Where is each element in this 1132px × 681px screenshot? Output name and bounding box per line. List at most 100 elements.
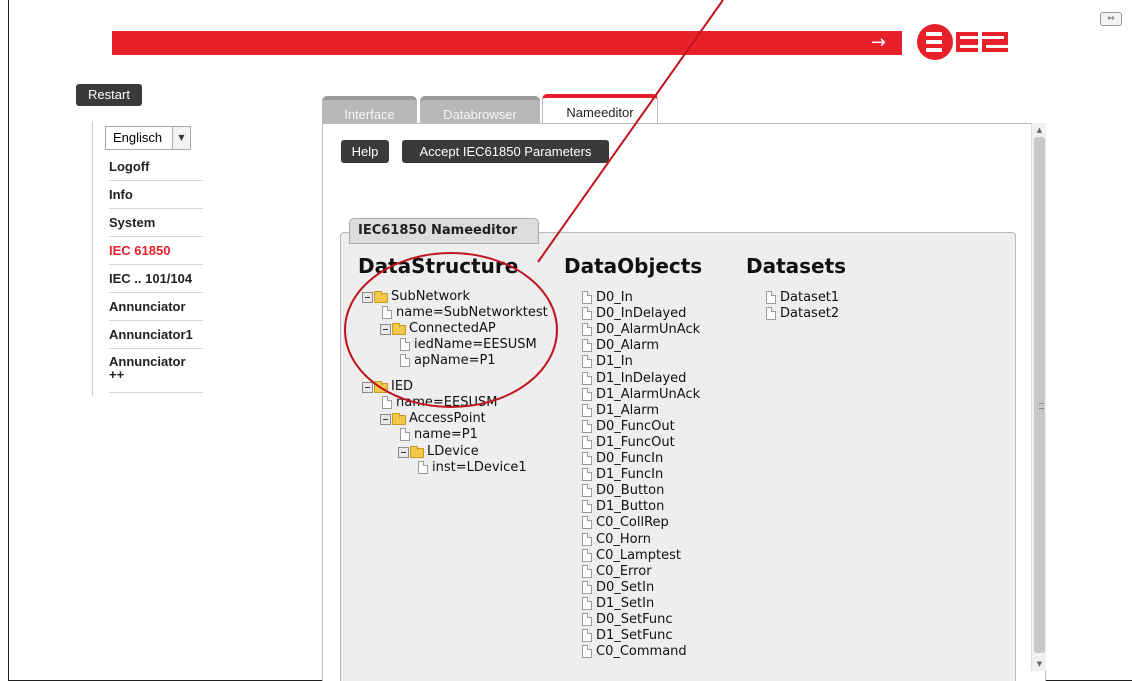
nameeditor-panel: DataStructure DataObjects Datasets SubNe…	[340, 232, 1016, 681]
tree-node-file[interactable]: D1_SetIn	[582, 596, 654, 612]
tree-node-label: D1_SetFunc	[596, 628, 673, 644]
tree-node-file[interactable]: D0_AlarmUnAck	[582, 322, 700, 338]
sidebar-item-info[interactable]: Info	[109, 181, 203, 209]
tree-node-file[interactable]: D0_In	[582, 290, 633, 306]
tree-node-folder[interactable]: LDevice	[398, 444, 479, 460]
tree-node-file[interactable]: D1_Button	[582, 499, 664, 515]
tree-node-file[interactable]: D1_FuncIn	[582, 467, 663, 483]
tree-node-file[interactable]: apName=P1	[400, 353, 496, 369]
tree-node-file[interactable]: D1_Alarm	[582, 403, 659, 419]
tree-node-file[interactable]: D0_Button	[582, 483, 664, 499]
tree-node-file[interactable]: C0_Horn	[582, 532, 651, 548]
sidebar-item-system[interactable]: System	[109, 209, 203, 237]
tree-node-folder[interactable]: ConnectedAP	[380, 321, 496, 337]
file-icon	[582, 613, 592, 626]
tab-interface[interactable]: Interface	[322, 96, 417, 123]
tree-node-file[interactable]: Dataset1	[766, 290, 839, 306]
tree-node-label: inst=LDevice1	[432, 459, 527, 475]
tree-node-file[interactable]: name=EESUSM	[382, 395, 497, 411]
content-scrollbar[interactable]: ▲ ▼	[1031, 123, 1046, 671]
tree-node-file[interactable]: C0_CollRep	[582, 515, 669, 531]
tree-node-file[interactable]: D0_SetIn	[582, 580, 654, 596]
panel-title: IEC61850 Nameeditor	[349, 218, 539, 244]
sidebar-menu: Logoff Info System IEC 61850 IEC .. 101/…	[93, 153, 203, 393]
tree-node-file[interactable]: D0_FuncIn	[582, 451, 663, 467]
tree-node-file[interactable]: D1_SetFunc	[582, 628, 673, 644]
tree-node-label: D0_In	[596, 290, 633, 305]
tree-node-file[interactable]: C0_Command	[582, 644, 687, 660]
tree-node-label: apName=P1	[414, 353, 496, 369]
tree-node-file[interactable]: D1_AlarmUnAck	[582, 387, 700, 403]
file-icon	[582, 645, 592, 659]
tree-node-file[interactable]: D1_In	[582, 354, 633, 370]
restart-button[interactable]: Restart	[76, 84, 142, 106]
language-select[interactable]: Englisch ▼	[105, 126, 191, 150]
file-icon	[382, 306, 392, 320]
file-icon	[766, 291, 776, 304]
collapse-minus-icon[interactable]	[398, 446, 409, 458]
header-red-bar: →	[112, 31, 902, 55]
tab-databrowser[interactable]: Databrowser	[420, 96, 540, 123]
tree-node-file[interactable]: C0_Error	[582, 564, 652, 580]
tree-node-label: C0_Lamptest	[596, 547, 681, 563]
tree-node-file[interactable]: name=P1	[400, 427, 478, 443]
tree-node-label: D1_AlarmUnAck	[596, 386, 701, 402]
tree-node-label: C0_CollRep	[596, 515, 669, 531]
file-icon	[418, 460, 428, 474]
tree-node-file[interactable]: D0_SetFunc	[582, 612, 673, 628]
chevron-down-icon[interactable]: ▼	[172, 127, 190, 149]
help-button[interactable]: Help	[341, 140, 389, 163]
window-resize-icon[interactable]: ⇔	[1100, 12, 1122, 26]
folder-icon	[392, 413, 406, 426]
tree-node-folder[interactable]: AccessPoint	[380, 411, 486, 427]
sidebar-item-logoff[interactable]: Logoff	[109, 153, 203, 181]
tree-node-file[interactable]: name=SubNetworktest	[382, 305, 548, 321]
file-icon	[582, 323, 592, 337]
tree-node-file[interactable]: D0_InDelayed	[582, 306, 686, 322]
tree-node-label: D0_Button	[596, 483, 665, 499]
file-icon	[582, 468, 592, 482]
sidebar-item-iec61850[interactable]: IEC 61850	[109, 237, 203, 265]
tree-node-label: name=P1	[414, 427, 478, 443]
tree-node-file[interactable]: C0_Lamptest	[582, 548, 681, 564]
scroll-up-icon[interactable]: ▲	[1032, 123, 1047, 137]
sidebar-item-annunciator-plus[interactable]: Annunciator ++	[109, 349, 203, 393]
tree-node-folder[interactable]: IED	[362, 379, 413, 395]
tree-node-label: D1_SetIn	[596, 595, 655, 611]
accept-iec61850-parameters-button[interactable]: Accept IEC61850 Parameters	[402, 140, 609, 163]
tree-node-label: D0_FuncIn	[596, 451, 664, 466]
sidebar-item-iec-101-104[interactable]: IEC .. 101/104	[109, 265, 203, 293]
sidebar-item-annunciator[interactable]: Annunciator	[109, 293, 203, 321]
sidebar-item-annunciator1[interactable]: Annunciator1	[109, 321, 203, 349]
file-icon	[582, 516, 592, 530]
tree-node-label: D1_InDelayed	[596, 370, 687, 386]
tree-node-file[interactable]: D0_FuncOut	[582, 419, 675, 435]
collapse-minus-icon[interactable]	[362, 382, 373, 394]
tab-nameeditor[interactable]: Nameeditor	[542, 94, 658, 123]
folder-icon	[374, 381, 388, 394]
tree-node-file[interactable]: Dataset2	[766, 306, 839, 322]
tree-node-label: D0_SetIn	[596, 579, 655, 595]
collapse-minus-icon[interactable]	[380, 414, 391, 426]
scroll-down-icon[interactable]: ▼	[1032, 657, 1047, 671]
file-icon	[582, 339, 592, 353]
tree-node-label: D1_FuncIn	[596, 467, 664, 483]
file-icon	[582, 500, 592, 514]
scrollbar-thumb[interactable]	[1034, 137, 1045, 653]
datastructure-heading: DataStructure	[358, 254, 519, 278]
tree-node-file[interactable]: iedName=EESUSM	[400, 337, 537, 353]
collapse-minus-icon[interactable]	[362, 292, 373, 303]
tree-node-file[interactable]: D1_InDelayed	[582, 371, 686, 387]
tree-node-file[interactable]: inst=LDevice1	[418, 460, 527, 476]
arrow-right-icon[interactable]: →	[871, 32, 886, 54]
tree-node-label: D1_FuncOut	[596, 434, 675, 450]
tree-node-label: D1_Button	[596, 499, 665, 515]
file-icon	[400, 338, 410, 352]
tree-node-label: Dataset2	[780, 306, 840, 322]
tree-node-file[interactable]: D0_Alarm	[582, 338, 659, 354]
tree-node-label: D0_AlarmUnAck	[596, 322, 701, 338]
tree-node-folder[interactable]: SubNetwork	[362, 289, 470, 305]
tree-node-file[interactable]: D1_FuncOut	[582, 435, 675, 451]
file-icon	[582, 548, 592, 562]
collapse-minus-icon[interactable]	[380, 324, 391, 336]
